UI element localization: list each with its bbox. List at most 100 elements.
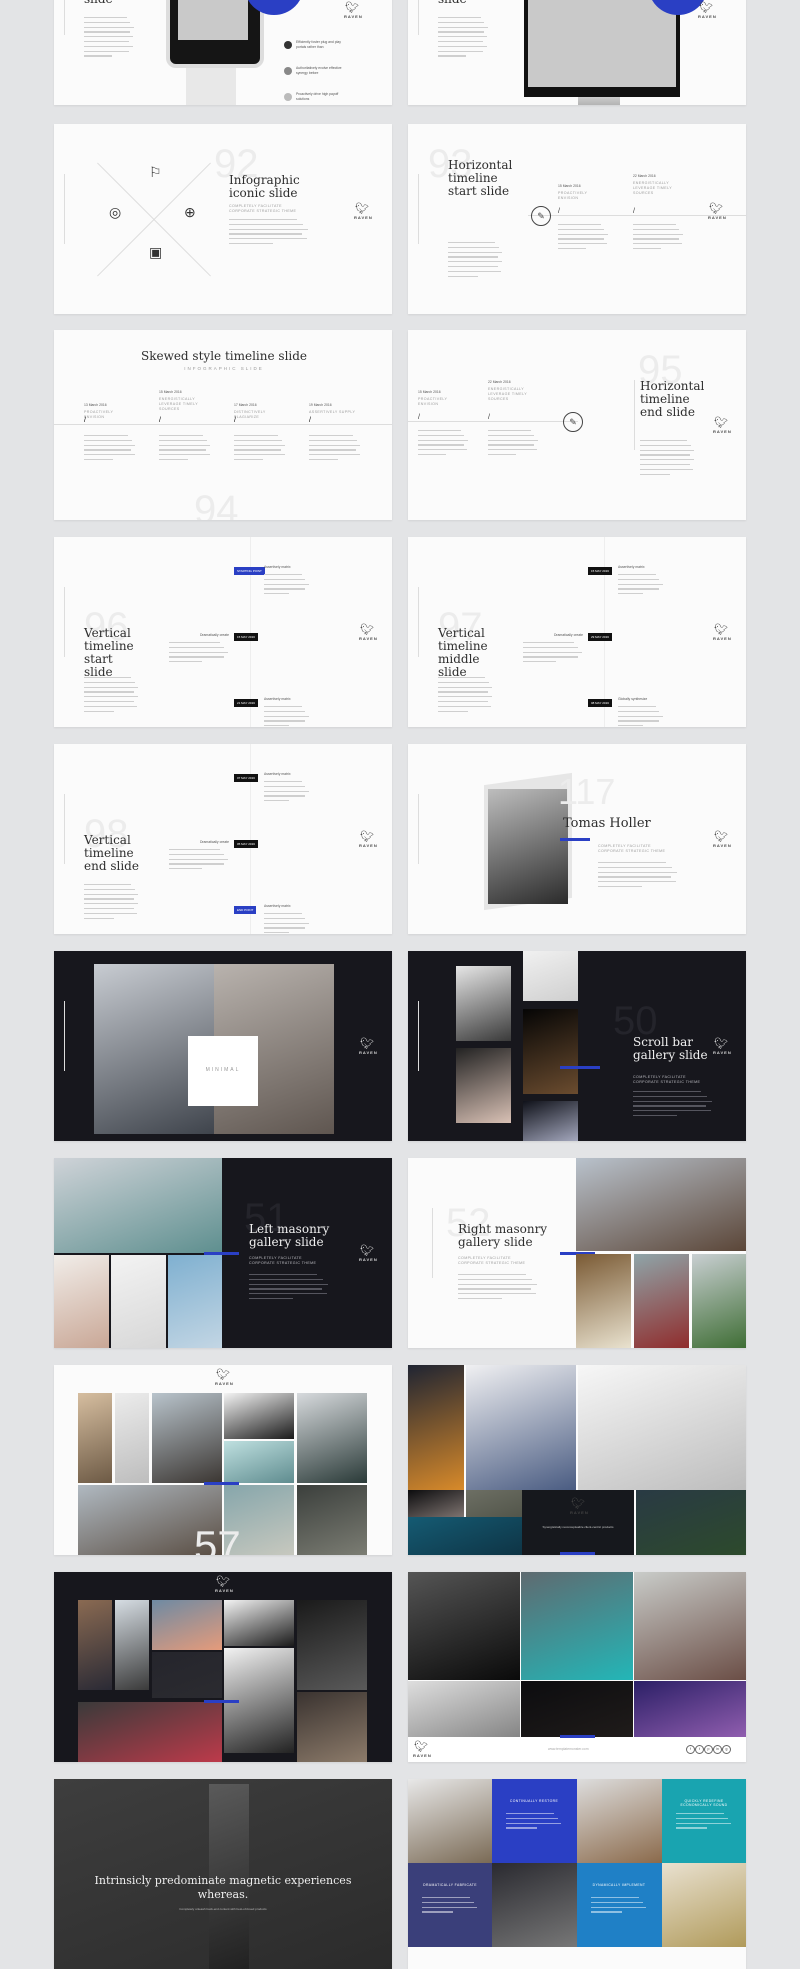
gallery-photo[interactable]: [54, 1255, 109, 1348]
monitor-mockup: [524, 0, 680, 97]
gallery-photo[interactable]: [466, 1365, 576, 1490]
tile-heading: CONTINUALLY RESTORE: [509, 1799, 559, 1803]
small-label: Efficiently foster plug and play portals…: [296, 40, 341, 49]
body-text: [264, 913, 309, 934]
small-label: Assertively matrix: [264, 697, 291, 701]
body-text: [640, 440, 695, 478]
slide-darkgrid[interactable]: 🐦︎ RAVEN: [54, 1572, 392, 1762]
gallery-photo[interactable]: [224, 1600, 294, 1646]
small-label: Assertively matrix: [264, 904, 291, 908]
gallery-photo[interactable]: [297, 1393, 367, 1483]
gallery-photo[interactable]: [521, 1572, 633, 1680]
slide-vertical[interactable]: 97 Vertical timeline middle slide 15 MAY 2…: [408, 537, 746, 727]
gallery-photo[interactable]: [408, 1517, 522, 1555]
slide-collage[interactable]: 🐦︎ RAVEN Synergistically reconceptualize c…: [408, 1365, 746, 1555]
gallery-photo[interactable]: [224, 1393, 294, 1439]
social-t-icon[interactable]: t: [695, 1745, 704, 1754]
slide-leftmasonry[interactable]: 51 Left masonry gallery slide Completely f…: [54, 1158, 392, 1348]
gallery-photo[interactable]: [111, 1255, 166, 1348]
gallery-photo[interactable]: [168, 1255, 223, 1348]
gallery-photo[interactable]: [78, 1393, 112, 1483]
small-label: 15 March 2016: [159, 390, 182, 394]
social-p-icon[interactable]: p: [704, 1745, 713, 1754]
gallery-photo[interactable]: [523, 951, 578, 1001]
gallery-photo[interactable]: [634, 1254, 689, 1348]
gallery-photo[interactable]: [576, 1158, 746, 1251]
raven-bird-icon: 🐦︎: [709, 203, 723, 215]
raven-logo: 🐦︎ RAVEN: [570, 1499, 588, 1516]
gallery-photo[interactable]: [692, 1254, 746, 1348]
slide-tiles[interactable]: CONTINUALLY RESTORE QUICKLY REDEFINE ECON…: [408, 1779, 746, 1969]
body-text: [309, 435, 361, 464]
slide-vertical[interactable]: 98 Vertical timeline end slide 07 MAY 2016…: [54, 744, 392, 934]
gallery-photo[interactable]: [297, 1485, 367, 1555]
slide-person[interactable]: 117 Tomas Holler Completely facilitate cor…: [408, 744, 746, 934]
gallery-photo[interactable]: [152, 1600, 222, 1650]
gallery-photo[interactable]: [297, 1692, 367, 1762]
gallery-photo[interactable]: [408, 1365, 464, 1490]
gallery-photo[interactable]: [456, 1048, 511, 1123]
slide-infographic[interactable]: ⚐ ◎ ⊕ ▣ 92 Infographic iconic slide Completely…: [54, 124, 392, 314]
gallery-photo[interactable]: [576, 1254, 631, 1348]
raven-bird-icon: 🐦︎: [699, 2, 713, 14]
gallery-photo[interactable]: [115, 1600, 149, 1690]
slide-title: slide: [84, 0, 144, 6]
minimal-label: MINIMAL: [205, 1067, 241, 1073]
raven-bird-icon: 🐦︎: [355, 203, 369, 215]
body-text: [234, 435, 286, 464]
date-tag: 29 MAY 2016: [588, 633, 612, 641]
gallery-photo[interactable]: [577, 1779, 662, 1863]
slide-vertical[interactable]: 96 Vertical timeline start slide STARTING …: [54, 537, 392, 727]
social-in-icon[interactable]: in: [713, 1745, 722, 1754]
gallery-photo[interactable]: [297, 1600, 367, 1690]
raven-logo-text: RAVEN: [713, 636, 732, 641]
body-text: [523, 642, 583, 666]
gallery-photo[interactable]: [224, 1441, 294, 1483]
raven-logo: 🐦︎ RAVEN: [359, 625, 377, 642]
gallery-photo[interactable]: [152, 1652, 222, 1698]
body-text: [438, 17, 488, 60]
gallery-photo[interactable]: [78, 1600, 112, 1690]
gallery-photo[interactable]: [152, 1393, 222, 1483]
slide-rightmasonry[interactable]: 52 Right masonry gallery slide Completely …: [408, 1158, 746, 1348]
gallery-photo[interactable]: [523, 1009, 578, 1094]
slide-title: Skewed style timeline slide: [140, 349, 308, 363]
slide-footergrid[interactable]: 🐦︎ RAVEN www.templatemonster.com f t p in g: [408, 1572, 746, 1762]
social-f-icon[interactable]: f: [686, 1745, 695, 1754]
pen-icon: /: [309, 417, 311, 424]
gallery-photo[interactable]: [456, 966, 511, 1041]
gallery-photo[interactable]: [408, 1779, 492, 1863]
gallery-photo[interactable]: [78, 1702, 222, 1762]
slide-watch[interactable]: slide Efficiently foster plug and play po…: [54, 0, 392, 105]
slide-monitor[interactable]: slide 🐦︎RAVEN: [408, 0, 746, 105]
slide-title: Tomas Holler: [563, 816, 651, 831]
gallery-photo[interactable]: [662, 1863, 746, 1947]
gallery-photo[interactable]: [54, 1158, 222, 1253]
gallery-photo[interactable]: [492, 1863, 577, 1947]
slide-subtitle: Energistically leverage timely sources: [159, 397, 198, 411]
slide-title: slide: [438, 0, 498, 6]
gallery-photo[interactable]: [636, 1490, 746, 1555]
gallery-photo[interactable]: [408, 1572, 520, 1680]
slide-grid57[interactable]: 🐦︎ RAVEN 57: [54, 1365, 392, 1555]
portrait-photo[interactable]: [488, 789, 568, 904]
accent-bar: [204, 1700, 239, 1703]
slide-hend[interactable]: 95 Horizontal timeline end slide ✎ 15 March…: [408, 330, 746, 520]
gallery-photo[interactable]: [578, 1365, 746, 1490]
social-g-icon[interactable]: g: [722, 1745, 731, 1754]
feather-circle-icon: ✎: [563, 412, 583, 432]
accent-bar: [204, 1252, 239, 1255]
raven-logo: 🐦︎ RAVEN: [359, 1246, 377, 1263]
slide-quote[interactable]: Intrinsicly predominate magnetic experie…: [54, 1779, 392, 1969]
slide-minimal[interactable]: MINIMAL 🐦︎ RAVEN: [54, 951, 392, 1141]
gallery-photo[interactable]: [523, 1101, 578, 1141]
accent-bar: [560, 838, 590, 841]
slide-preview-page: slide Efficiently foster plug and play po…: [0, 0, 800, 1969]
slide-skewed[interactable]: Skewed style timeline slide Infographic s…: [54, 330, 392, 520]
gallery-photo[interactable]: [634, 1572, 746, 1680]
slide-hstart[interactable]: 93 Horizontal timeline start slide ✎ 15 Mar…: [408, 124, 746, 314]
slide-scroll[interactable]: 50 Scroll bar gallery slide Completely fac…: [408, 951, 746, 1141]
gallery-photo[interactable]: [115, 1393, 149, 1483]
raven-logo: 🐦︎ RAVEN: [344, 3, 362, 20]
watch-screen: [178, 0, 248, 40]
